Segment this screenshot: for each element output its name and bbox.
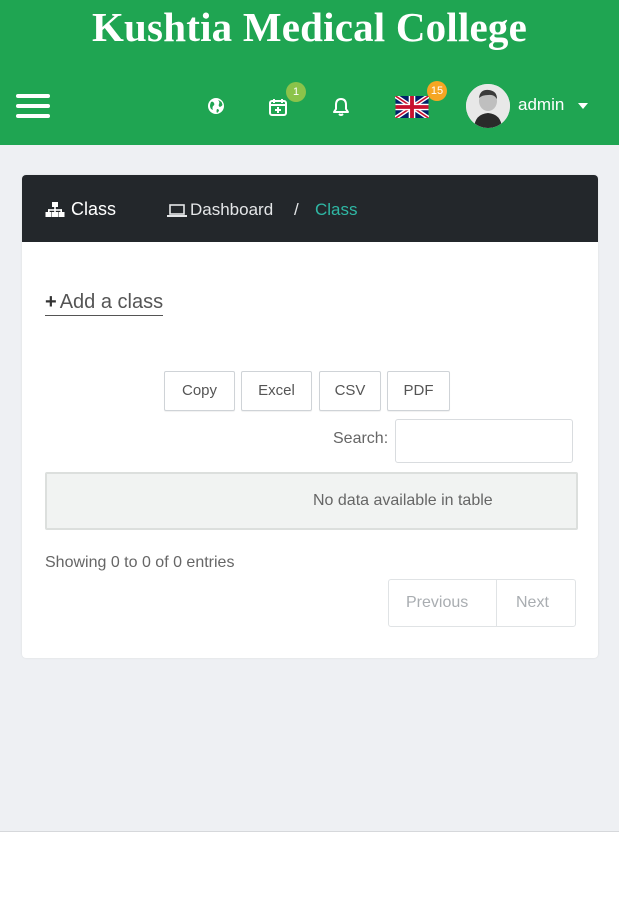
page-title-text: Class: [71, 199, 117, 219]
next-button[interactable]: Next: [516, 594, 549, 612]
user-name[interactable]: admin: [518, 95, 564, 115]
sitemap-icon: [45, 202, 65, 223]
previous-button[interactable]: Previous: [406, 594, 468, 612]
laptop-icon: [167, 203, 187, 223]
table-info: Showing 0 to 0 of 0 entries: [45, 554, 235, 571]
avatar[interactable]: [466, 84, 510, 128]
search-label: Search:: [333, 430, 389, 447]
chevron-down-icon[interactable]: [578, 103, 588, 109]
table-empty-row: No data available in table: [45, 472, 578, 530]
globe-icon[interactable]: [207, 97, 225, 115]
breadcrumb-current: Class: [315, 200, 358, 219]
site-title: Kushtia Medical College: [91, 4, 528, 50]
pagination: Previous Next: [388, 579, 576, 627]
copy-button[interactable]: Copy: [164, 371, 235, 411]
top-navbar: Kushtia Medical College 1 15 admin: [0, 0, 619, 145]
calendar-plus-icon[interactable]: [268, 97, 288, 117]
excel-button[interactable]: Excel: [241, 371, 312, 411]
add-class-link[interactable]: + Add a class: [45, 291, 164, 316]
page-header: Class Dashboard / Class: [22, 175, 598, 242]
breadcrumb-separator: /: [294, 200, 299, 219]
breadcrumb-dashboard-label: Dashboard: [190, 200, 274, 219]
plus-icon: +: [45, 291, 57, 313]
add-class-label: Add a class: [59, 291, 164, 313]
class-card: Class Dashboard / Class + Add a class Cop…: [22, 175, 598, 658]
menu-icon[interactable]: [16, 94, 50, 120]
uk-flag-icon[interactable]: [395, 96, 429, 118]
pagination-divider: [496, 580, 497, 626]
csv-button[interactable]: CSV: [319, 371, 381, 411]
language-badge: 15: [427, 81, 447, 101]
bell-icon[interactable]: [332, 97, 350, 117]
calendar-badge: 1: [286, 82, 306, 102]
search-input[interactable]: [395, 419, 573, 463]
pdf-button[interactable]: PDF: [387, 371, 450, 411]
empty-message: No data available in table: [313, 492, 493, 509]
